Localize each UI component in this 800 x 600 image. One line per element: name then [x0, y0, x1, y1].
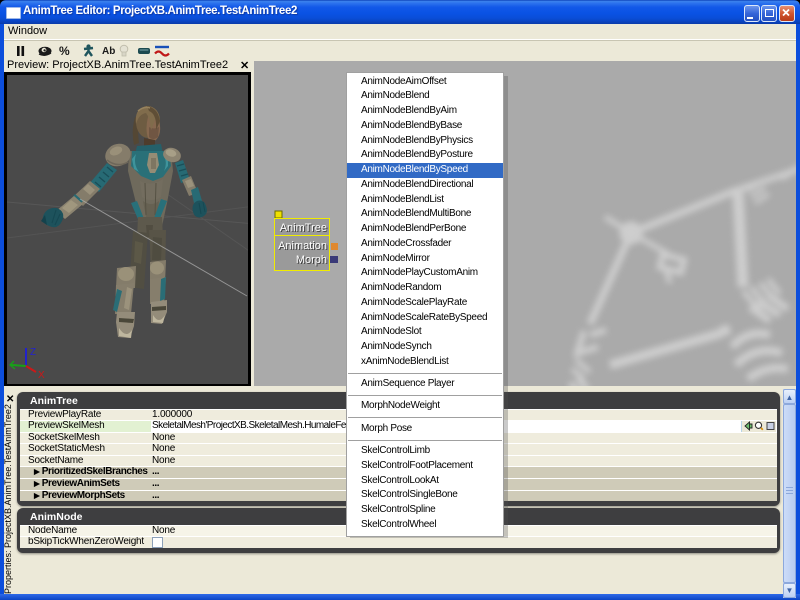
svg-text:Ab: Ab — [102, 46, 115, 57]
svg-text:Morph: Morph — [296, 254, 327, 266]
svg-text:%: % — [59, 44, 70, 58]
svg-text:Animation: Animation — [278, 240, 327, 252]
svg-text:Z: Z — [30, 347, 36, 358]
svg-text:X: X — [38, 370, 45, 381]
svg-text:AnimTree: AnimTree — [280, 222, 327, 234]
